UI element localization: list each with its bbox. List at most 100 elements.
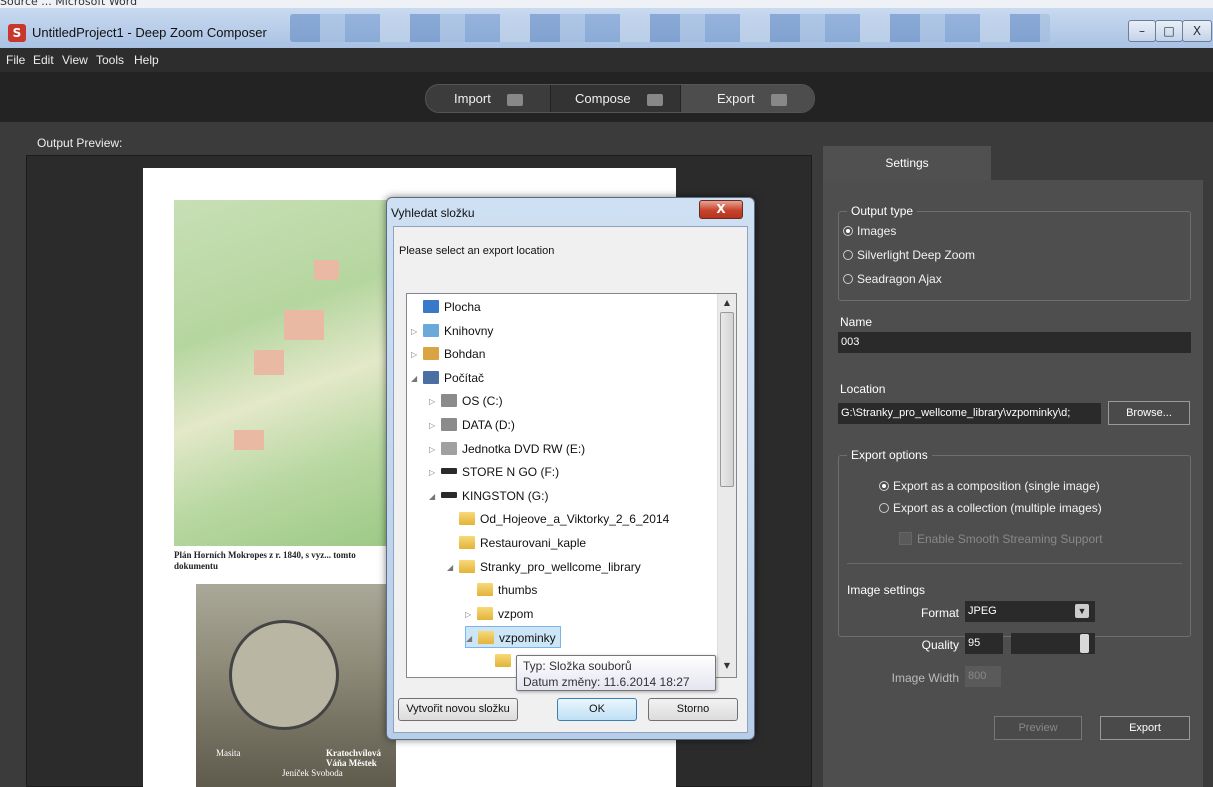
preview-button[interactable]: Preview xyxy=(994,716,1082,740)
tree-item[interactable]: ◢ vzpominky xyxy=(465,626,561,650)
tree-item[interactable]: ▷ Knihovny xyxy=(411,320,493,342)
image-settings-title: Image settings xyxy=(847,583,926,597)
expand-arrow-icon[interactable]: ▷ xyxy=(429,391,441,413)
tree-item-label: vzpominky xyxy=(499,631,556,646)
export-button[interactable]: Export xyxy=(1100,716,1190,740)
minimize-button[interactable]: – xyxy=(1128,20,1156,42)
tree-item[interactable]: ◢ Počítač xyxy=(411,367,484,389)
tree-item[interactable]: ▷ DATA (D:) xyxy=(429,414,515,436)
format-label: Format xyxy=(920,606,959,620)
drive-icon xyxy=(441,418,457,431)
image-width-input[interactable]: 800 xyxy=(965,666,1001,687)
tree-item[interactable]: Restaurovani_kaple xyxy=(447,532,586,554)
expanded-arrow-icon[interactable]: ◢ xyxy=(411,368,423,390)
folder-icon xyxy=(477,583,493,597)
dialog-title: Vyhledat složku xyxy=(391,206,475,220)
radio-export-composition[interactable]: Export as a composition (single image) xyxy=(879,479,1100,493)
radio-button-icon xyxy=(843,250,853,260)
expand-arrow-icon[interactable]: ▷ xyxy=(411,321,423,343)
radio-images-label: Images xyxy=(857,224,897,238)
tooltip-date: Datum změny: 11.6.2014 18:27 xyxy=(523,675,690,689)
menu-file[interactable]: File xyxy=(6,53,25,67)
ok-button[interactable]: OK xyxy=(557,698,637,721)
expand-arrow-icon[interactable]: ▷ xyxy=(429,462,441,484)
dvd-icon xyxy=(441,441,457,455)
tree-item-label: Jednotka DVD RW (E:) xyxy=(462,441,586,456)
deep-zoom-composer-icon: S xyxy=(8,24,26,42)
folder-icon xyxy=(495,654,511,667)
expanded-arrow-icon[interactable]: ◢ xyxy=(429,486,441,508)
radio-button-icon xyxy=(843,274,853,284)
mode-toolbar: Import Compose Export xyxy=(0,72,1213,122)
quality-input[interactable]: 95 xyxy=(965,633,1003,654)
tree-item[interactable]: ▷ OS (C:) xyxy=(429,390,503,412)
radio-button-icon xyxy=(879,481,889,491)
menu-edit[interactable]: Edit xyxy=(33,53,54,67)
export-composition-label: Export as a composition (single image) xyxy=(893,479,1100,493)
export-collection-label: Export as a collection (multiple images) xyxy=(893,501,1102,515)
smooth-streaming-checkbox[interactable] xyxy=(899,532,912,545)
tree-item-label: thumbs xyxy=(498,583,538,598)
folder-tree[interactable]: Plocha ▷ Knihovny ▷ Bohdan ◢ Počítač ▷ OS (C:) ▷ D… xyxy=(406,293,737,678)
tree-item[interactable]: ◢ KINGSTON (G:) xyxy=(429,485,548,507)
menu-view[interactable]: View xyxy=(62,53,88,67)
smooth-streaming-label: Enable Smooth Streaming Support xyxy=(917,532,1103,546)
tree-item[interactable]: ▷ vzpom xyxy=(465,603,533,625)
quality-slider-handle[interactable] xyxy=(1080,634,1089,653)
browse-button[interactable]: Browse... xyxy=(1108,401,1190,425)
photo-label-1: Masita xyxy=(216,748,241,758)
tree-item[interactable]: Plocha xyxy=(411,296,481,318)
tree-item-label: Stranky_pro_wellcome_library xyxy=(480,559,641,574)
cancel-button[interactable]: Storno xyxy=(648,698,738,721)
tree-item-label: OS (C:) xyxy=(462,394,503,409)
radio-seadragon[interactable]: Seadragon Ajax xyxy=(843,272,942,286)
export-mode-button[interactable]: Export xyxy=(681,85,814,112)
tree-item[interactable]: ◢ Stranky_pro_wellcome_library xyxy=(447,556,641,578)
radio-images[interactable]: Images xyxy=(843,224,896,238)
browse-folder-dialog: Vyhledat složku X Please select an expor… xyxy=(386,197,755,740)
expand-arrow-icon[interactable]: ▷ xyxy=(429,439,441,461)
import-mode-button[interactable]: Import xyxy=(426,85,551,112)
expanded-arrow-icon[interactable]: ◢ xyxy=(447,557,459,579)
new-folder-button[interactable]: Vytvořit novou složku xyxy=(398,698,518,721)
folder-icon xyxy=(478,631,494,645)
export-label: Export xyxy=(717,91,755,106)
photo-label-2: Jeníček Svoboda xyxy=(282,768,343,778)
expand-arrow-icon[interactable]: ▷ xyxy=(411,344,423,366)
desktop-icon xyxy=(423,300,439,313)
tree-item[interactable]: ▷ Jednotka DVD RW (E:) xyxy=(429,438,585,460)
location-input[interactable]: G:\Stranky_pro_wellcome_library\vzpomink… xyxy=(838,403,1101,424)
output-type-group: Output type Images Silverlight Deep Zoom… xyxy=(838,204,1191,301)
close-window-button[interactable]: X xyxy=(1182,20,1212,42)
format-select[interactable]: JPEG ▼ xyxy=(965,601,1095,622)
radio-export-collection[interactable]: Export as a collection (multiple images) xyxy=(879,501,1102,515)
historical-photo-image: Masita Jeníček Svoboda Kratochvílová Váň… xyxy=(196,584,396,787)
tree-item-label: vzpom xyxy=(498,606,534,621)
tree-item[interactable]: thumbs xyxy=(465,579,537,601)
tree-item-label: Knihovny xyxy=(444,323,494,338)
export-icon xyxy=(770,93,787,106)
tree-scrollbar[interactable]: ▲ ▼ xyxy=(717,294,736,677)
dialog-close-button[interactable]: X xyxy=(699,200,743,219)
tab-settings[interactable]: Settings xyxy=(823,146,991,180)
radio-silverlight-label: Silverlight Deep Zoom xyxy=(857,248,976,262)
maximize-button[interactable]: □ xyxy=(1155,20,1183,42)
tree-item[interactable]: ▷ Bohdan xyxy=(411,343,485,365)
expand-arrow-icon[interactable]: ▷ xyxy=(465,604,477,626)
quality-slider[interactable] xyxy=(1011,633,1095,654)
scroll-down-icon[interactable]: ▼ xyxy=(720,659,734,673)
menu-tools[interactable]: Tools xyxy=(96,53,124,67)
tree-item[interactable]: ▷ STORE N GO (F:) xyxy=(429,461,559,483)
expand-arrow-icon[interactable]: ▷ xyxy=(429,415,441,437)
tree-item[interactable]: Od_Hojeove_a_Viktorky_2_6_2014 xyxy=(447,508,669,530)
tooltip-type: Typ: Složka souborů xyxy=(523,659,632,673)
scroll-up-icon[interactable]: ▲ xyxy=(720,296,734,310)
menu-help[interactable]: Help xyxy=(134,53,159,67)
name-input[interactable]: 003 xyxy=(838,332,1191,353)
compose-mode-button[interactable]: Compose xyxy=(551,85,681,112)
radio-silverlight[interactable]: Silverlight Deep Zoom xyxy=(843,248,975,262)
scrollbar-thumb[interactable] xyxy=(720,312,734,487)
expanded-arrow-icon[interactable]: ◢ xyxy=(466,628,478,650)
compose-icon xyxy=(646,93,663,106)
dialog-prompt: Please select an export location xyxy=(399,245,555,257)
